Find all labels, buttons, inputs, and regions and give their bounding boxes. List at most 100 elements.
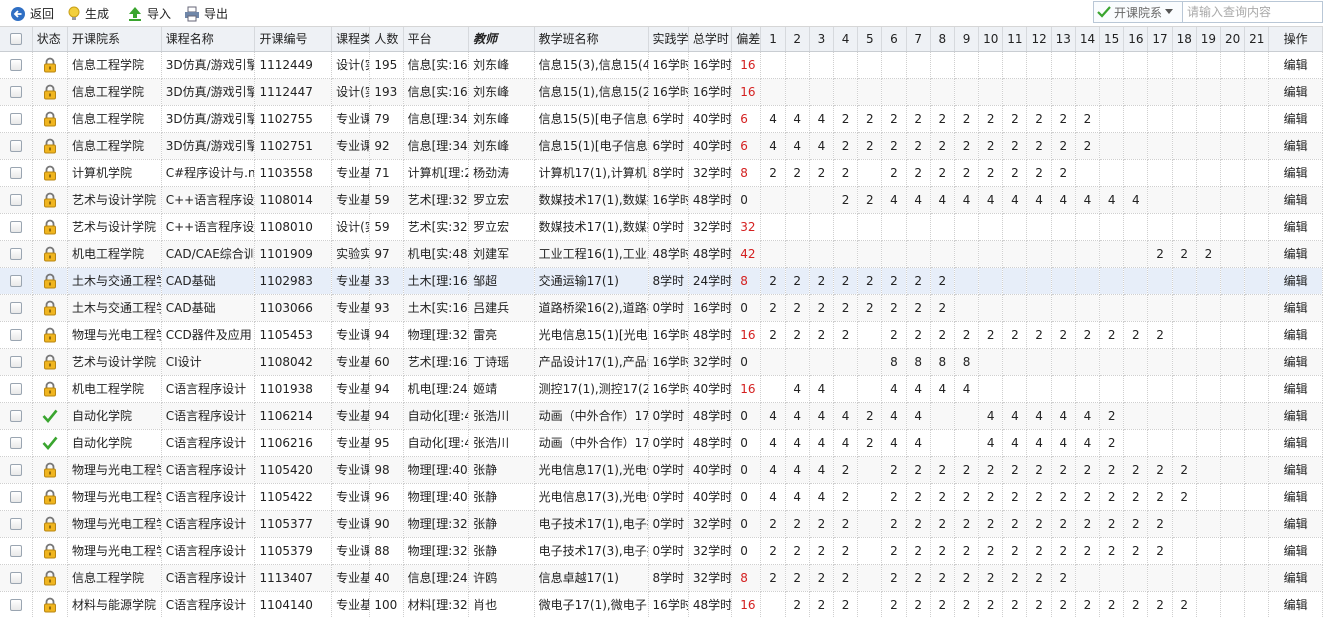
import-button[interactable]: 导入 xyxy=(127,4,171,23)
col-week-8[interactable]: 8 xyxy=(930,27,955,52)
table-row[interactable]: 物理与光电工程学院C语言程序设计1105379专业课88物理[理:32]张静电子… xyxy=(0,537,1323,565)
dept-filter-select[interactable]: 开课院系 xyxy=(1093,1,1183,23)
col-week-7[interactable]: 7 xyxy=(906,27,931,52)
col-type[interactable]: 课程类 xyxy=(331,27,371,52)
edit-link[interactable]: 编辑 xyxy=(1268,267,1323,295)
table-row[interactable]: 机电工程学院 C语言程序设计 1101938 专业基 94 机电[理:24] 姬靖 测控17(… xyxy=(0,375,1323,403)
table-row[interactable]: 物理与光电工程学院C语言程序设计1105420专业课98物理[理:40]张静光电… xyxy=(0,456,1323,484)
table-row[interactable]: 信息工程学院 3D仿真/游戏引擎 1102755 专业课 79 信息[理:34] 刘东峰 信息… xyxy=(0,105,1323,133)
col-week-15[interactable]: 15 xyxy=(1099,27,1125,52)
col-week-11[interactable]: 11 xyxy=(1002,27,1028,52)
col-week-13[interactable]: 13 xyxy=(1051,27,1076,52)
col-dept[interactable]: 开课院系 xyxy=(67,27,162,52)
table-row[interactable]: 物理与光电工程学院C语言程序设计1105377专业课90物理[理:32]张静电子… xyxy=(0,510,1323,538)
edit-link[interactable]: 编辑 xyxy=(1268,375,1323,403)
col-week-21[interactable]: 21 xyxy=(1244,27,1270,52)
row-checkbox[interactable] xyxy=(9,491,22,503)
edit-link[interactable]: 编辑 xyxy=(1268,240,1323,268)
row-checkbox[interactable] xyxy=(9,221,22,233)
table-row[interactable]: 土木与交通工程学院CAD基础1102983专业基33土木[理:16]邹超交通运输… xyxy=(0,267,1323,295)
col-week-20[interactable]: 20 xyxy=(1220,27,1246,52)
back-button[interactable]: 返回 xyxy=(10,4,54,23)
col-code[interactable]: 开课编号 xyxy=(254,27,333,52)
table-row[interactable]: 物理与光电工程学院C语言程序设计1105422专业课96物理[理:40]张静光电… xyxy=(0,483,1323,511)
edit-link[interactable]: 编辑 xyxy=(1268,402,1323,430)
edit-link[interactable]: 编辑 xyxy=(1268,159,1323,187)
row-checkbox[interactable] xyxy=(9,194,22,206)
edit-link[interactable]: 编辑 xyxy=(1268,591,1323,618)
edit-link[interactable]: 编辑 xyxy=(1268,483,1323,511)
row-checkbox[interactable] xyxy=(9,113,22,125)
edit-link[interactable]: 编辑 xyxy=(1268,213,1323,241)
edit-link[interactable]: 编辑 xyxy=(1268,321,1323,349)
col-deviation[interactable]: 偏差 xyxy=(731,27,762,52)
table-row[interactable]: 自动化学院 C语言程序设计 1106214 专业基 94 自动化[理:4 张浩川 动画（中外合… xyxy=(0,402,1323,430)
row-checkbox[interactable] xyxy=(9,545,22,557)
select-all-checkbox[interactable] xyxy=(9,33,22,46)
generate-button[interactable]: 生成 xyxy=(67,4,109,23)
col-week-5[interactable]: 5 xyxy=(857,27,883,52)
export-button[interactable]: 导出 xyxy=(184,4,228,23)
table-row[interactable]: 信息工程学院3D仿真/游戏引擎1112447设计(实193信息[实:16]刘东峰… xyxy=(0,78,1323,106)
col-week-14[interactable]: 14 xyxy=(1075,27,1101,52)
col-week-16[interactable]: 16 xyxy=(1123,27,1149,52)
table-row[interactable]: 艺术与设计学院 CI设计 1108042 专业基 60 艺术[理:16] 丁诗瑶 产品设计17… xyxy=(0,348,1323,376)
row-checkbox[interactable] xyxy=(9,572,22,584)
col-platform[interactable]: 平台 xyxy=(403,27,470,52)
col-week-6[interactable]: 6 xyxy=(881,27,907,52)
col-practice[interactable]: 实践学 xyxy=(648,27,689,52)
row-checkbox[interactable] xyxy=(9,410,22,422)
row-checkbox[interactable] xyxy=(9,140,22,152)
table-row[interactable]: 信息工程学院 C语言程序设计 1113407 专业基 40 信息[理:24] 许鸥 信息卓越1… xyxy=(0,564,1323,592)
col-course[interactable]: 课程名称 xyxy=(161,27,256,52)
edit-link[interactable]: 编辑 xyxy=(1268,537,1323,565)
row-checkbox[interactable] xyxy=(9,518,22,530)
table-row[interactable]: 机电工程学院CAD/CAE综合训练1101909实验实97机电[实:48]刘建军… xyxy=(0,240,1323,268)
col-week-17[interactable]: 17 xyxy=(1147,27,1173,52)
col-status[interactable]: 状态 xyxy=(32,27,69,52)
table-row[interactable]: 艺术与设计学院C++语言程序设计1108014专业基59艺术[理:32]罗立宏数… xyxy=(0,186,1323,214)
edit-link[interactable]: 编辑 xyxy=(1268,348,1323,376)
row-checkbox[interactable] xyxy=(9,437,22,449)
table-row[interactable]: 自动化学院 C语言程序设计 1106216 专业基 95 自动化[理:4 张浩川 动画（中外合… xyxy=(0,429,1323,457)
col-week-1[interactable]: 1 xyxy=(760,27,786,52)
row-checkbox[interactable] xyxy=(9,383,22,395)
edit-link[interactable]: 编辑 xyxy=(1268,78,1323,106)
edit-link[interactable]: 编辑 xyxy=(1268,105,1323,133)
row-checkbox[interactable] xyxy=(9,329,22,341)
row-checkbox[interactable] xyxy=(9,302,22,314)
row-checkbox[interactable] xyxy=(9,464,22,476)
search-input[interactable] xyxy=(1183,1,1323,23)
col-week-12[interactable]: 12 xyxy=(1026,27,1052,52)
table-row[interactable]: 艺术与设计学院C++语言程序设计1108010设计(实59艺术[实:32]罗立宏… xyxy=(0,213,1323,241)
col-week-18[interactable]: 18 xyxy=(1172,27,1197,52)
table-row[interactable]: 土木与交通工程学院CAD基础1103066专业基93土木[实:16]吕建兵道路桥… xyxy=(0,294,1323,322)
col-week-4[interactable]: 4 xyxy=(833,27,859,52)
col-week-9[interactable]: 9 xyxy=(954,27,980,52)
edit-link[interactable]: 编辑 xyxy=(1268,456,1323,484)
col-week-19[interactable]: 19 xyxy=(1196,27,1221,52)
row-checkbox[interactable] xyxy=(9,248,22,260)
col-count[interactable]: 人数 xyxy=(369,27,404,52)
table-row[interactable]: 信息工程学院3D仿真/游戏引擎1112449设计(实195信息[实:16]刘东峰… xyxy=(0,51,1323,79)
edit-link[interactable]: 编辑 xyxy=(1268,429,1323,457)
col-teacher[interactable]: 教师 xyxy=(468,27,535,52)
row-checkbox[interactable] xyxy=(9,599,22,611)
col-week-3[interactable]: 3 xyxy=(809,27,834,52)
table-row[interactable]: 信息工程学院 3D仿真/游戏引擎 1102751 专业课 92 信息[理:34] 刘东峰 信息… xyxy=(0,132,1323,160)
col-week-2[interactable]: 2 xyxy=(785,27,810,52)
col-week-10[interactable]: 10 xyxy=(978,27,1004,52)
edit-link[interactable]: 编辑 xyxy=(1268,510,1323,538)
row-checkbox[interactable] xyxy=(9,275,22,287)
edit-link[interactable]: 编辑 xyxy=(1268,132,1323,160)
edit-link[interactable]: 编辑 xyxy=(1268,564,1323,592)
table-row[interactable]: 物理与光电工程学院CCD器件及应用1105453专业课94物理[理:32]雷亮光… xyxy=(0,321,1323,349)
row-checkbox[interactable] xyxy=(9,356,22,368)
edit-link[interactable]: 编辑 xyxy=(1268,294,1323,322)
row-checkbox[interactable] xyxy=(9,86,22,98)
table-row[interactable]: 材料与能源学院 C语言程序设计 1104140 专业基 100 材料[理:32] 肖也 微电子… xyxy=(0,591,1323,618)
table-row[interactable]: 计算机学院C#程序设计与.net1103558专业基71计算机[理:2杨劲涛计算… xyxy=(0,159,1323,187)
col-class[interactable]: 教学班名称 xyxy=(534,27,649,52)
row-checkbox[interactable] xyxy=(9,59,22,71)
col-total[interactable]: 总学时 xyxy=(688,27,733,52)
